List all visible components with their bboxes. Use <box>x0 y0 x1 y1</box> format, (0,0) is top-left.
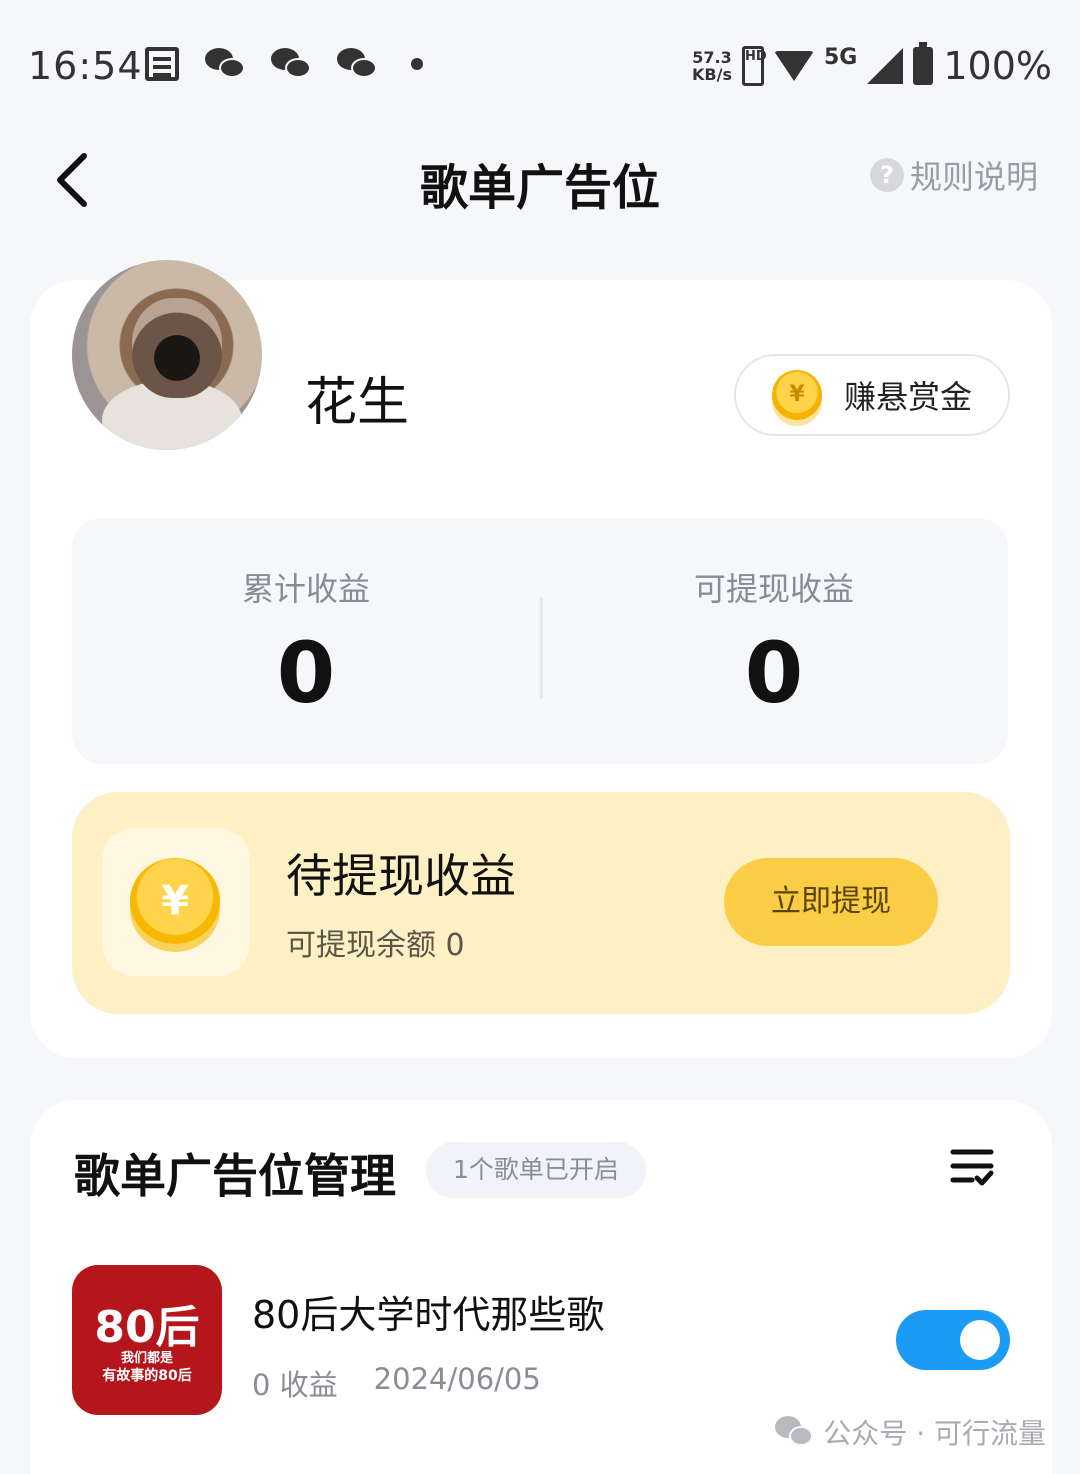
wifi-icon <box>773 51 814 81</box>
network-speed: 57.3 KB/s <box>692 48 732 84</box>
coin-icon: ¥ <box>772 370 822 420</box>
watermark: 公众号 · 可行流量 <box>775 1412 1046 1452</box>
battery-level: 100% <box>943 44 1052 88</box>
cover-line: 我们都是 <box>120 1351 173 1366</box>
playlist-date: 2024/06/05 <box>373 1362 541 1396</box>
status-badge: 1个歌单已开启 <box>426 1142 646 1198</box>
avatar[interactable] <box>72 260 262 450</box>
withdrawable-earnings: 可提现收益 0 <box>540 518 1008 722</box>
playlist-cover[interactable]: 80后 我们都是 有故事的80后 <box>72 1265 222 1415</box>
coin-tile: ¥ <box>102 828 250 976</box>
watermark-text: 公众号 · 可行流量 <box>823 1417 1046 1450</box>
total-earnings-label: 累计收益 <box>241 570 370 608</box>
withdrawable-earnings-value: 0 <box>744 624 804 722</box>
rules-help-link[interactable]: ? 规则说明 <box>869 152 1038 198</box>
wechat-icon <box>775 1416 815 1448</box>
withdraw-now-button[interactable]: 立即提现 <box>724 858 938 946</box>
cover-line: 有故事的80后 <box>102 1368 192 1384</box>
wechat-icon <box>271 46 311 82</box>
earn-bounty-button[interactable]: ¥ 赚悬赏金 <box>734 354 1010 436</box>
news-icon <box>145 47 179 81</box>
nav-bar: 歌单广告位 ? 规则说明 <box>0 130 1080 230</box>
wechat-icon <box>205 46 245 82</box>
playlist-earnings: 0 收益 <box>252 1368 338 1402</box>
signal-icon <box>867 48 904 84</box>
network-type: 5G <box>823 44 858 70</box>
total-earnings-value: 0 <box>276 624 336 722</box>
toggle-knob <box>960 1320 1000 1360</box>
coin-icon: ¥ <box>130 858 220 944</box>
withdrawable-earnings-label: 可提现收益 <box>693 570 854 608</box>
withdraw-balance: 可提现余额 0 <box>286 928 465 963</box>
playlist-meta: 0 收益 2024/06/05 <box>252 1362 541 1404</box>
section-title: 歌单广告位管理 <box>74 1149 396 1203</box>
cover-title: 80后 <box>94 1302 200 1353</box>
playlist-name[interactable]: 80后大学时代那些歌 <box>252 1284 604 1339</box>
hd-voice-icon: HD <box>741 46 767 86</box>
wechat-icon <box>337 46 377 82</box>
total-earnings: 累计收益 0 <box>72 518 540 722</box>
notification-icons <box>145 46 423 82</box>
filter-list-icon[interactable] <box>950 1146 994 1188</box>
pending-withdraw-card: ¥ 待提现收益 可提现余额 0 立即提现 <box>72 792 1010 1014</box>
user-name: 花生 <box>305 373 410 433</box>
pending-withdraw-title: 待提现收益 <box>286 849 516 903</box>
rules-help-label: 规则说明 <box>909 158 1038 196</box>
question-icon: ? <box>869 158 904 192</box>
earn-bounty-label: 赚悬赏金 <box>844 378 973 416</box>
system-indicators: 57.3 KB/s HD 5G 100% <box>692 42 1052 88</box>
more-notifications-dot-icon <box>411 58 423 70</box>
playlist-ad-toggle[interactable] <box>896 1310 1010 1370</box>
status-time: 16:54 <box>28 44 143 88</box>
battery-icon <box>913 42 934 85</box>
status-bar: 16:54 57.3 KB/s HD 5G 100% <box>0 0 1080 130</box>
earnings-stats: 累计收益 0 可提现收益 0 <box>72 518 1008 764</box>
